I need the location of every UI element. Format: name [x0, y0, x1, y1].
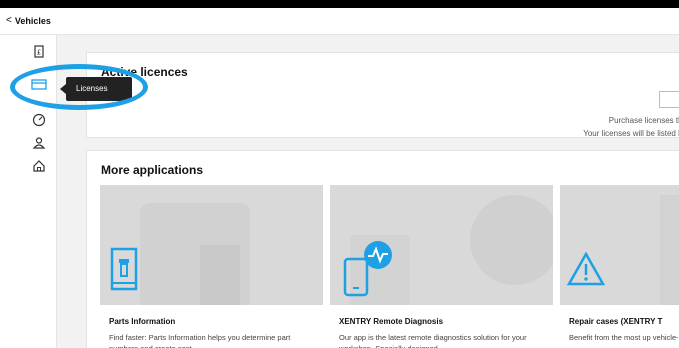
- svg-text:£: £: [37, 49, 41, 57]
- app-card-repair-cases[interactable]: Repair cases (XENTRY T Benefit from the …: [560, 185, 679, 348]
- home-icon[interactable]: [32, 159, 46, 173]
- receipt-icon[interactable]: £: [32, 45, 46, 59]
- back-link-label: Vehicles: [14, 15, 51, 26]
- app-description: Find faster: Parts Information helps you…: [109, 333, 291, 348]
- dashboard-icon[interactable]: [32, 113, 46, 127]
- licences-empty-text-2: Your licenses will be listed he: [583, 129, 679, 138]
- app-image: [100, 185, 323, 305]
- licences-empty-text-1: Purchase licenses tha: [608, 116, 679, 125]
- app-image: [560, 185, 679, 305]
- app-card-parts-information[interactable]: Parts Information Find faster: Parts Inf…: [100, 185, 323, 348]
- app-window: < Vehicles £ Active licences Purchase li…: [0, 8, 679, 348]
- chevron-left-icon: <: [6, 15, 12, 26]
- warning-triangle-icon: [566, 251, 606, 286]
- app-name: XENTRY Remote Diagnosis: [339, 317, 444, 326]
- back-link[interactable]: < Vehicles: [6, 15, 51, 26]
- empty-list-icon: [659, 91, 679, 108]
- user-icon[interactable]: [32, 136, 46, 150]
- app-description: Benefit from the most up vehicle-related…: [569, 333, 679, 342]
- more-applications-title: More applications: [101, 163, 204, 177]
- parts-book-icon: [110, 247, 138, 291]
- remote-diagnosis-icon: [343, 241, 392, 297]
- app-card-xentry-remote-diagnosis[interactable]: XENTRY Remote Diagnosis Our app is the l…: [330, 185, 553, 348]
- highlight-ring: [10, 64, 148, 110]
- app-name: Parts Information: [109, 317, 176, 326]
- more-applications-panel: More applications Parts Information Find…: [86, 150, 679, 348]
- top-bar: < Vehicles: [0, 8, 679, 35]
- app-image: [330, 185, 553, 305]
- active-licences-panel: Active licences Purchase licenses tha Yo…: [86, 52, 679, 138]
- app-name: Repair cases (XENTRY T: [569, 317, 663, 326]
- app-description: Our app is the latest remote diagnostics…: [339, 333, 527, 348]
